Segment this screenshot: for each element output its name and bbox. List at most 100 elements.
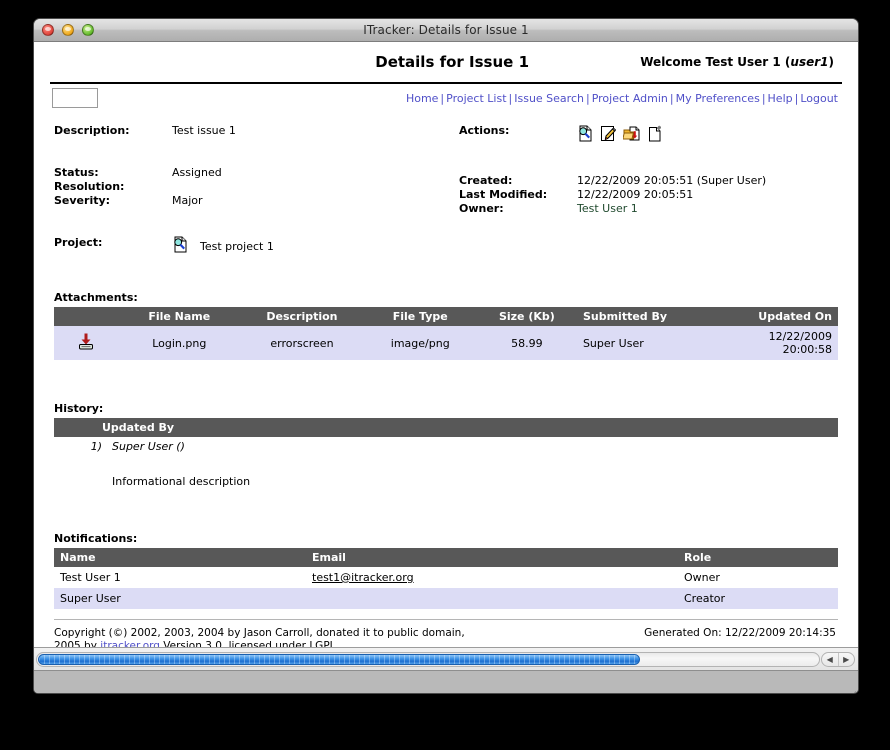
zoom-button[interactable] <box>82 24 94 36</box>
severity-value: Major <box>172 194 203 207</box>
attachments-header-row: File Name Description File Type Size (Kb… <box>54 307 838 326</box>
scroll-left-arrow-icon[interactable]: ◀ <box>822 653 839 666</box>
attachments-top-spacer <box>46 257 846 291</box>
nav-sep-3: | <box>585 91 590 105</box>
notification-email-cell <box>306 588 678 609</box>
history-section-label: History: <box>54 402 104 415</box>
notifications-header-row: Name Email Role <box>54 548 838 567</box>
attachment-submitted-by: Super User <box>576 326 753 360</box>
welcome-prefix: Welcome Test User 1 ( <box>640 55 791 69</box>
attachments-col-submitted-by[interactable]: Submitted By <box>576 307 753 326</box>
scrollbar-thumb[interactable] <box>38 654 641 665</box>
resize-grip-icon[interactable] <box>843 679 857 693</box>
notification-role: Owner <box>678 567 838 588</box>
attachments-col-file-name[interactable]: File Name <box>118 307 241 326</box>
attachment-description: errorscreen <box>240 326 364 360</box>
last-modified-row: Last Modified: 12/22/2009 20:05:51 <box>459 188 838 202</box>
notifications-col-role: Role <box>678 548 838 567</box>
attachment-row: Login.png errorscreen image/png 58.99 Su… <box>54 326 838 360</box>
download-icon[interactable] <box>78 333 94 353</box>
notifications-table-wrap: Name Email Role Test User 1 test1@itrack… <box>46 548 846 609</box>
attachment-updated-on: 12/22/2009 20:00:58 <box>752 326 838 360</box>
created-value: 12/22/2009 20:05:51 (Super User) <box>577 174 767 187</box>
description-label: Description: <box>54 124 130 137</box>
nav-link-project-list[interactable]: Project List <box>446 92 506 105</box>
nav-sep-2: | <box>508 91 513 105</box>
notification-role: Creator <box>678 588 838 609</box>
actions-icon-group <box>577 125 663 146</box>
window-title: ITracker: Details for Issue 1 <box>363 23 529 37</box>
status-row: Status: Assigned <box>54 166 459 180</box>
notification-email-link[interactable]: test1@itracker.org <box>312 571 414 584</box>
welcome-message: Welcome Test User 1 (user1) <box>640 55 838 69</box>
attachments-col-updated-on[interactable]: Updated On <box>752 307 838 326</box>
welcome-username: user1 <box>790 55 829 69</box>
nav-link-issue-search[interactable]: Issue Search <box>514 92 584 105</box>
last-modified-value: 12/22/2009 20:05:51 <box>577 188 694 201</box>
owner-label: Owner: <box>459 202 504 215</box>
status-value: Assigned <box>172 166 222 179</box>
browser-content: Details for Issue 1 Welcome Test User 1 … <box>34 42 858 671</box>
scroll-right-arrow-icon[interactable]: ▶ <box>839 653 855 666</box>
description-row: Description: Test issue 1 <box>54 124 459 138</box>
create-issue-icon[interactable] <box>647 125 663 146</box>
copyright-line-1: Copyright (©) 2002, 2003, 2004 by Jason … <box>54 627 465 639</box>
window-controls <box>42 24 94 36</box>
attachment-download-cell[interactable] <box>54 326 119 360</box>
project-value[interactable]: Test project 1 <box>200 240 274 254</box>
nav-link-my-preferences[interactable]: My Preferences <box>676 92 760 105</box>
actions-row: Actions: <box>459 124 838 146</box>
nav-link-help[interactable]: Help <box>768 92 793 105</box>
notification-name: Test User 1 <box>54 567 306 588</box>
history-column-updated-by: Updated By <box>54 418 838 437</box>
notifications-top-spacer <box>46 488 846 532</box>
application-window: ITracker: Details for Issue 1 Details fo… <box>33 18 859 694</box>
scrollbar-track[interactable] <box>36 652 820 667</box>
scrollbar-arrows[interactable]: ◀ ▶ <box>821 652 855 667</box>
nav-link-logout[interactable]: Logout <box>800 92 838 105</box>
history-entry: 1) Super User () <box>54 437 838 453</box>
close-button[interactable] <box>42 24 54 36</box>
owner-value[interactable]: Test User 1 <box>577 202 638 216</box>
nav-sep-4: | <box>669 91 674 105</box>
nav-links: Home | Project List | Issue Search | Project A… <box>98 92 840 105</box>
history-top-spacer <box>46 360 846 402</box>
status-label: Status: <box>54 166 99 179</box>
page-title: Details for Issue 1 <box>375 53 529 71</box>
severity-row: Severity: Major <box>54 194 459 208</box>
owner-row: Owner: Test User 1 <box>459 202 838 216</box>
attachments-table-wrap: File Name Description File Type Size (Kb… <box>46 307 846 360</box>
navigation-row: Home | Project List | Issue Search | Project A… <box>46 84 846 112</box>
notifications-table: Name Email Role Test User 1 test1@itrack… <box>54 548 838 609</box>
edit-issue-icon[interactable] <box>600 125 617 146</box>
issue-details-left-column: Description: Test issue 1 Status: Assign… <box>54 124 459 257</box>
minimize-button[interactable] <box>62 24 74 36</box>
nav-link-home[interactable]: Home <box>406 92 438 105</box>
attachment-file-name[interactable]: Login.png <box>118 326 241 360</box>
attachments-col-file-type[interactable]: File Type <box>363 307 477 326</box>
notification-name: Super User <box>54 588 306 609</box>
left-spacer-2 <box>54 208 459 236</box>
add-attachment-icon[interactable] <box>622 125 640 146</box>
history-entry-number: 1) <box>90 440 102 453</box>
attachments-col-size[interactable]: Size (Kb) <box>476 307 577 326</box>
description-value: Test issue 1 <box>172 124 236 137</box>
window-titlebar[interactable]: ITracker: Details for Issue 1 <box>34 19 858 42</box>
nav-link-project-admin[interactable]: Project Admin <box>592 92 668 105</box>
project-doc-search-icon[interactable] <box>172 236 188 257</box>
created-label: Created: <box>459 174 513 187</box>
right-spacer-1 <box>459 146 838 174</box>
view-issue-icon[interactable] <box>577 125 593 146</box>
project-row: Project: Test project 1 <box>54 236 459 257</box>
attachments-table: File Name Description File Type Size (Kb… <box>54 307 838 360</box>
horizontal-scrollbar[interactable]: ◀ ▶ <box>34 647 858 671</box>
nav-sep-6: | <box>794 91 799 105</box>
notifications-section-label: Notifications: <box>54 532 138 545</box>
attachments-section-label: Attachments: <box>54 291 138 304</box>
notification-email-cell[interactable]: test1@itracker.org <box>306 567 678 588</box>
notification-row: Test User 1 test1@itracker.org Owner <box>54 567 838 588</box>
page-header: Details for Issue 1 Welcome Test User 1 … <box>46 42 846 82</box>
nav-sep-5: | <box>761 91 766 105</box>
attachments-col-description[interactable]: Description <box>240 307 364 326</box>
logo-placeholder <box>52 88 98 108</box>
